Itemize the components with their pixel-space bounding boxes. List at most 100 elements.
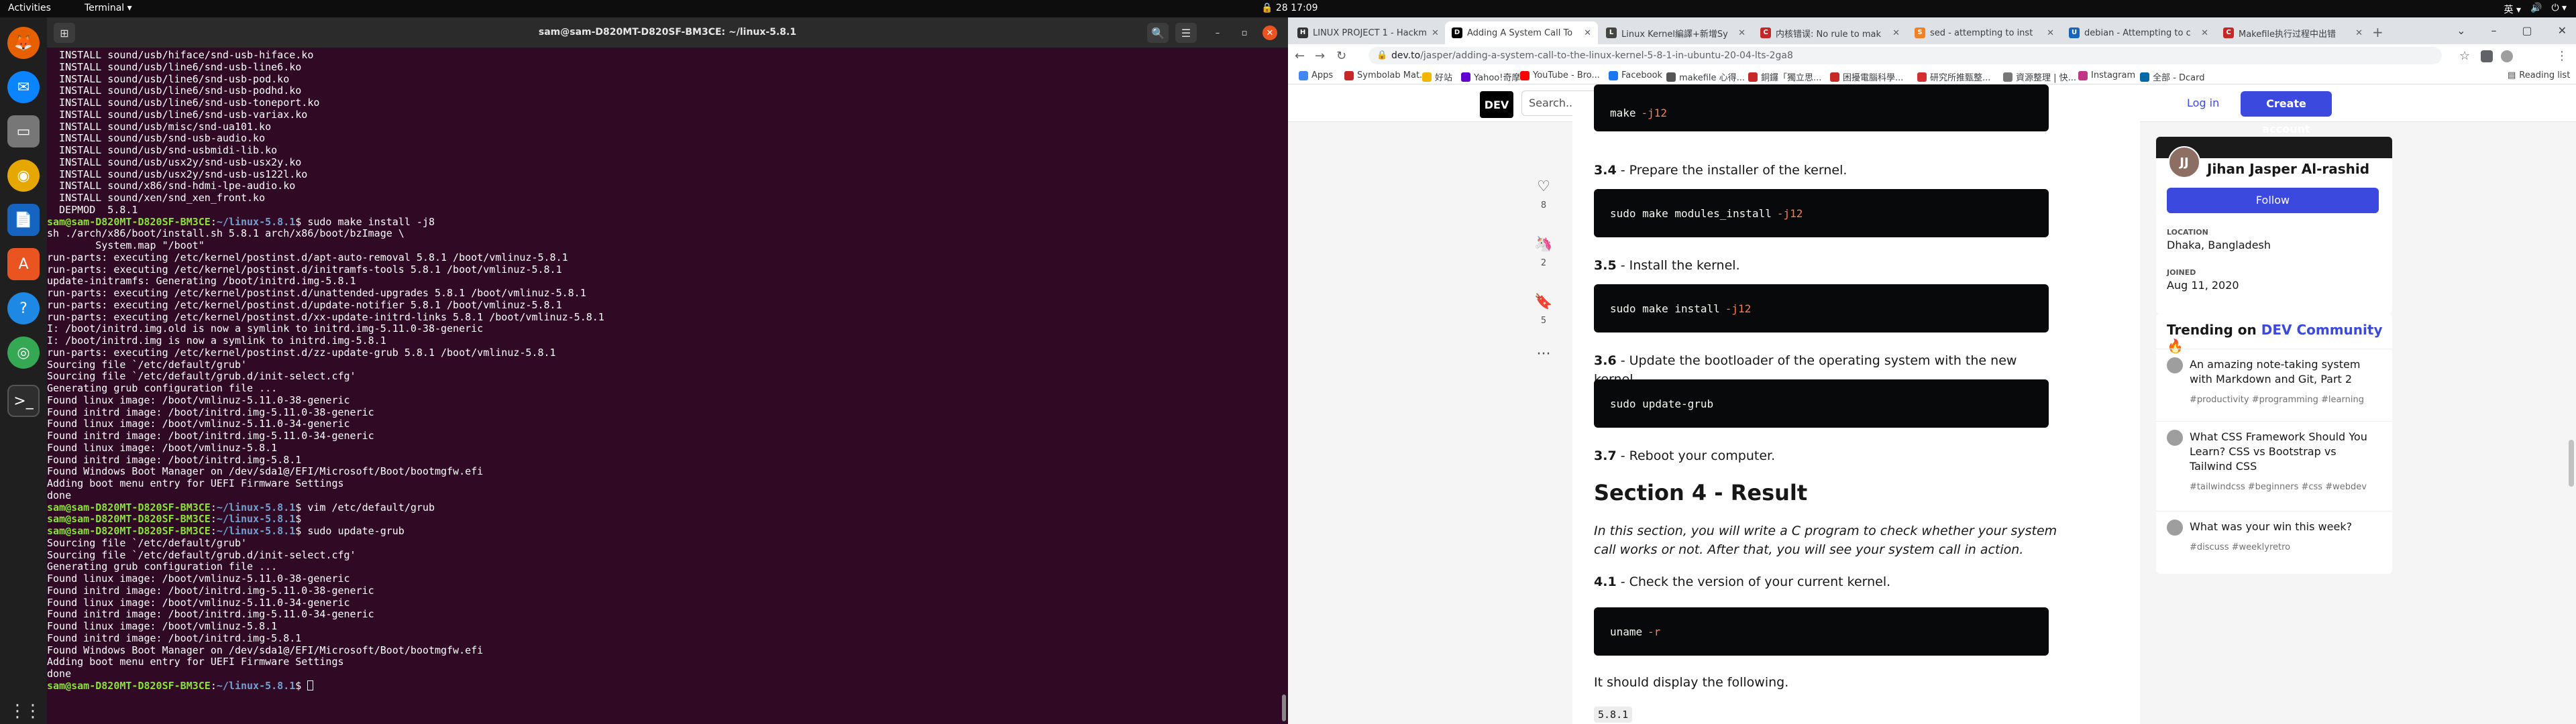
tab-4[interactable]: Ssed - attempting to inst ✕ [1908,21,2061,44]
bookmark-star-icon[interactable]: ☆ [2459,49,2470,63]
firefox-icon[interactable]: 🦊 [7,27,40,59]
bookmark-1[interactable]: Symbolab Mat... [1344,70,1428,80]
volume-icon[interactable]: 🔊 [2530,3,2542,16]
bookmark-11[interactable]: Instagram [2078,70,2135,80]
tab-close-icon[interactable]: ✕ [2047,28,2054,38]
bookmark-8[interactable]: 困擾電腦科學... [1830,70,1903,83]
trending-tags[interactable]: #tailwindcss #beginners #css #webdev [2190,482,2367,492]
maximize-icon[interactable]: ▢ [2522,24,2532,37]
code-block[interactable]: make -j12 [1594,84,2049,131]
terminal-line: System.map "/boot" [47,239,1285,252]
power-icon[interactable]: ⏻ ▾ [2551,3,2567,16]
extension-icon[interactable] [2481,50,2493,62]
input-method-indicator[interactable]: 英 ▾ [2504,3,2521,16]
tab-search-icon[interactable]: ⌄ [2457,24,2465,37]
help-icon[interactable]: ? [7,292,40,324]
bookmark-12[interactable]: 全部 - Dcard [2140,70,2204,83]
minimize-icon[interactable]: – [2491,24,2496,37]
menu-icon[interactable]: ☰ [1175,23,1197,43]
chrome-menu-icon[interactable]: ⋮ [2556,49,2568,63]
tab-close-icon[interactable]: ✕ [1738,28,1746,38]
code-text: sudo update-grub [1610,397,1714,410]
create-account-button[interactable]: Create account [2241,91,2332,135]
trending-tags[interactable]: #productivity #programming #learning [2190,395,2364,405]
tab-2[interactable]: L Linux Kernel編譯+新增Sy ✕ [1599,21,1752,44]
maximize-icon[interactable]: ▫ [1237,25,1252,40]
code-block[interactable]: sudo make install -j12 [1594,284,2049,333]
software-icon[interactable]: A [7,248,40,280]
trending-site-link[interactable]: DEV Community [2261,322,2383,338]
system-tray[interactable]: 英 ▾ 🔊 ⏻ ▾ [2504,3,2567,16]
trending-item[interactable]: What was your win this week? #discuss #we… [2156,511,2392,574]
tab-0[interactable]: H LINUX PROJECT 1 - Hackm ✕ [1291,21,1444,44]
close-icon[interactable]: ✕ [2558,24,2567,37]
forward-icon[interactable]: → [1315,49,1325,63]
tab-5[interactable]: Udebian - Attempting to c ✕ [2062,21,2215,44]
more-button[interactable]: ··· [1527,346,1560,363]
bookmark-10[interactable]: 資源整理 | 快... [2003,70,2076,83]
output-text: run-parts: executing /etc/kernel/postins… [47,263,562,276]
close-icon[interactable]: ✕ [1263,25,1277,40]
rhythmbox-icon[interactable]: ◉ [7,160,40,192]
chrome-icon[interactable]: ◎ [7,337,40,369]
code-block[interactable]: uname -r [1594,607,2049,656]
dev-logo[interactable]: DEV [1480,91,1513,118]
thunderbird-icon[interactable]: ✉ [7,71,40,103]
bookmark-0[interactable]: Apps [1299,70,1333,80]
address-bar[interactable]: 🔒 dev.to/jasper/adding-a-system-call-to-… [1368,47,2442,64]
bookmark-5[interactable]: Facebook [1609,70,1662,80]
bookmark-6[interactable]: makefile 心得... [1666,70,1745,83]
writer-icon[interactable]: 📄 [7,204,40,236]
like-button[interactable]: ♡ 8 [1527,178,1560,210]
code-block[interactable]: sudo make modules_install -j12 [1594,189,2049,237]
login-link[interactable]: Log in [2187,97,2219,109]
code-block[interactable]: sudo update-grub [1594,379,2049,428]
search-icon[interactable]: 🔍 [1147,23,1169,43]
bookmark-3[interactable]: Yahoo!奇摩 [1461,70,1520,83]
files-icon[interactable]: ▭ [7,115,40,147]
tab-label: sed - attempting to inst [1930,27,2033,38]
back-icon[interactable]: ← [1295,49,1305,63]
terminal-icon[interactable]: >_ [7,385,40,417]
trending-item[interactable]: An amazing note-taking system with Markd… [2156,349,2392,421]
lock-icon[interactable]: 🔒 [1377,47,1387,64]
bookmark-label: 好站 [1435,73,1453,83]
bookmark-2[interactable]: 好站 [1422,70,1452,83]
tab-3[interactable]: C 内核错误: No rule to mak ✕ [1754,21,1907,44]
avatar[interactable]: JJ [2168,146,2200,178]
bookmark-4[interactable]: YouTube - Bro... [1520,70,1600,80]
tab-close-icon[interactable]: ✕ [1892,28,1900,38]
clock[interactable]: 🔒 28 17:09 [1261,3,1318,13]
terminal-window[interactable]: ⊞ sam@sam-D820MT-D820SF-BM3CE: ~/linux-5… [47,17,1288,724]
new-tab-button[interactable]: + [2372,24,2383,40]
activities-button[interactable]: Activities [8,3,51,13]
minimize-icon[interactable]: – [1210,25,1225,40]
terminal-line: INSTALL sound/xen/snd_xen_front.ko [47,192,1285,204]
follow-button[interactable]: Follow [2167,188,2379,213]
prompt-path: ~/linux-5.8.1 [216,215,296,228]
trending-title[interactable]: What was your win this week? [2190,520,2377,534]
tab-1[interactable]: D Adding A System Call To ✕ [1445,21,1598,44]
tab-close-icon[interactable]: ✕ [2355,28,2363,38]
trending-tags[interactable]: #discuss #weeklyretro [2190,542,2290,552]
bookmark-button[interactable]: 🔖 5 [1527,294,1560,326]
page-scrollbar[interactable] [2569,440,2574,487]
tab-close-icon[interactable]: ✕ [2201,28,2208,38]
author-name[interactable]: Jihan Jasper Al-rashid [2207,161,2369,177]
bookmark-9[interactable]: 研究所推甄整... [1917,70,1990,83]
reload-icon[interactable]: ↻ [1336,49,1346,63]
tab-close-icon[interactable]: ✕ [1432,28,1439,38]
terminal-scrollbar[interactable] [1282,695,1286,721]
trending-title[interactable]: An amazing note-taking system with Markd… [2190,357,2377,387]
trending-item[interactable]: What CSS Framework Should You Learn? CSS… [2156,421,2392,511]
bookmark-7[interactable]: 銅鑼「獨立思... [1748,70,1821,83]
tab-close-icon[interactable]: ✕ [1584,28,1591,38]
tab-6[interactable]: C Makefile执行过程中出错 ✕ [2216,21,2369,44]
unicorn-button[interactable]: 🦄 2 [1527,236,1560,268]
app-menu[interactable]: Terminal ▾ [85,3,132,13]
trending-title[interactable]: What CSS Framework Should You Learn? CSS… [2190,430,2377,474]
reading-list-button[interactable]: ▤ Reading list [2508,70,2570,80]
profile-avatar[interactable] [2501,50,2513,62]
terminal-output[interactable]: INSTALL sound/usb/hiface/snd-usb-hiface.… [47,48,1288,724]
prompt-separator: : [210,501,217,514]
